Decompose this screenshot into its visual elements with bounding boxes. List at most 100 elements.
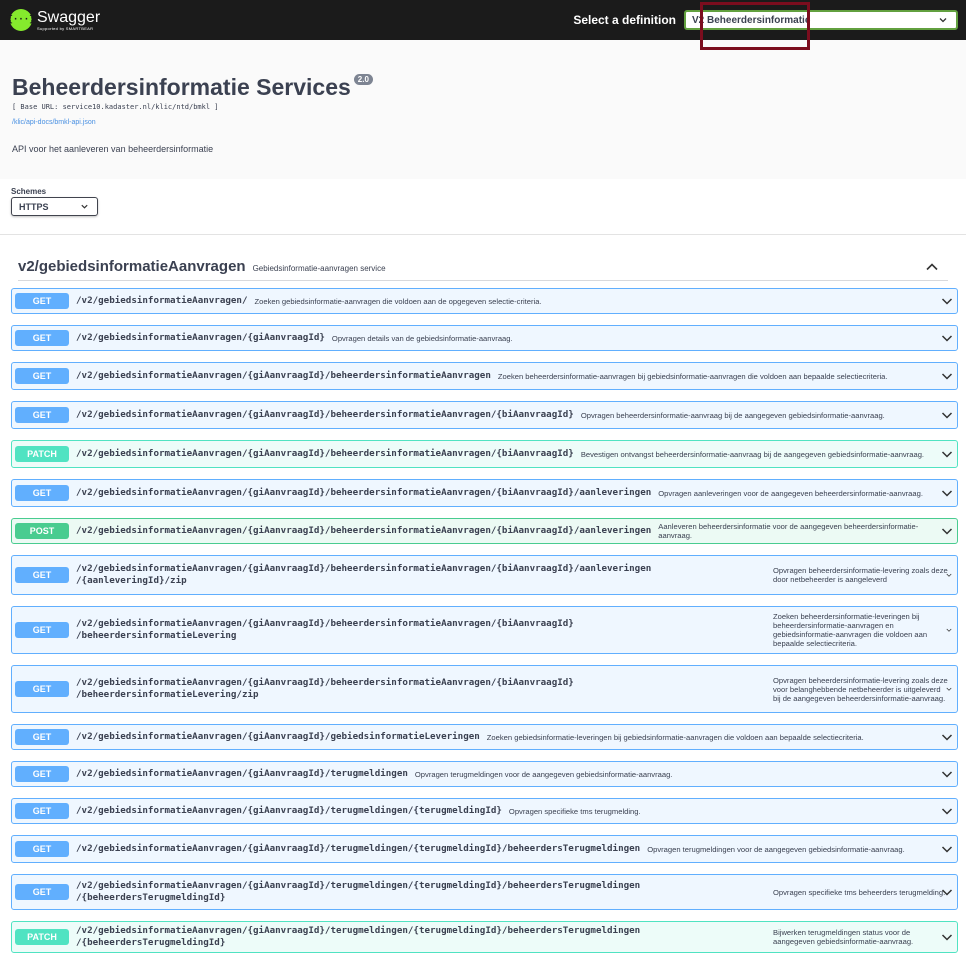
operation-get[interactable]: GET/v2/gebiedsinformatieAanvragen/{giAan… (11, 401, 958, 429)
operation-post[interactable]: POST/v2/gebiedsinformatieAanvragen/{giAa… (11, 518, 958, 544)
chevron-down-icon[interactable] (946, 627, 952, 633)
operations-list: GET/v2/gebiedsinformatieAanvragen/Zoeken… (11, 288, 958, 953)
method-badge: GET (15, 368, 69, 384)
operation-summary: Opvragen details van de gebiedsinformati… (331, 333, 513, 343)
method-badge: GET (15, 766, 69, 782)
chevron-down-icon[interactable] (941, 525, 953, 537)
chevron-up-icon[interactable] (925, 260, 939, 274)
method-badge: GET (15, 841, 69, 857)
operation-path: /v2/gebiedsinformatieAanvragen/{giAanvra… (76, 563, 652, 586)
operation-get[interactable]: GET/v2/gebiedsinformatieAanvragen/{giAan… (11, 761, 958, 787)
schemes-section: Schemes HTTPS (0, 179, 966, 235)
operation-get[interactable]: GET/v2/gebiedsinformatieAanvragen/{giAan… (11, 798, 958, 824)
operation-summary: Opvragen specifieke tms terugmelding. (508, 806, 641, 816)
schemes-select[interactable]: HTTPS (11, 197, 98, 216)
operation-get[interactable]: GET/v2/gebiedsinformatieAanvragen/{giAan… (11, 724, 958, 750)
tag-header[interactable]: v2/gebiedsinformatieAanvragen Gebiedsinf… (18, 255, 948, 281)
chevron-down-icon (939, 18, 947, 23)
method-badge: GET (15, 884, 69, 900)
operation-path: /v2/gebiedsinformatieAanvragen/{giAanvra… (76, 731, 480, 742)
chevron-down-icon[interactable] (941, 370, 953, 382)
operation-get[interactable]: GET/v2/gebiedsinformatieAanvragen/{giAan… (11, 362, 958, 390)
info-section: Beheerdersinformatie Services 2.0 [ Base… (0, 40, 966, 179)
operation-get[interactable]: GET/v2/gebiedsinformatieAanvragen/{giAan… (11, 874, 958, 910)
spec-link[interactable]: /klic/api-docs/bmkl-api.json (12, 119, 96, 126)
operation-patch[interactable]: PATCH/v2/gebiedsinformatieAanvragen/{giA… (11, 921, 958, 953)
tag-name: v2/gebiedsinformatieAanvragen (18, 258, 246, 275)
operation-summary: Opvragen terugmeldingen voor de aangegev… (647, 844, 905, 854)
schemes-value: HTTPS (19, 201, 49, 212)
chevron-down-icon[interactable] (941, 805, 953, 817)
operation-get[interactable]: GET/v2/gebiedsinformatieAanvragen/Zoeken… (11, 288, 958, 314)
operation-get[interactable]: GET/v2/gebiedsinformatieAanvragen/{giAan… (11, 479, 958, 507)
operation-summary: Bevestigen ontvangst beheerdersinformati… (580, 449, 925, 459)
schemes-label: Schemes (11, 187, 47, 196)
chevron-down-icon[interactable] (941, 409, 953, 421)
chevron-down-icon[interactable] (946, 572, 952, 578)
operation-summary: Opvragen beheerdersinformatie-levering z… (773, 566, 948, 584)
operation-get[interactable]: GET/v2/gebiedsinformatieAanvragen/{giAan… (11, 555, 958, 595)
operation-path: /v2/gebiedsinformatieAanvragen/{giAanvra… (76, 768, 408, 779)
operation-get[interactable]: GET/v2/gebiedsinformatieAanvragen/{giAan… (11, 325, 958, 351)
operation-path: /v2/gebiedsinformatieAanvragen/{giAanvra… (76, 677, 574, 700)
method-badge: GET (15, 622, 69, 638)
operation-path: /v2/gebiedsinformatieAanvragen/{giAanvra… (76, 525, 652, 536)
highlight-box (700, 2, 810, 50)
chevron-down-icon[interactable] (941, 332, 953, 344)
operation-get[interactable]: GET/v2/gebiedsinformatieAanvragen/{giAan… (11, 606, 958, 654)
chevron-down-icon[interactable] (941, 487, 953, 499)
operation-path: /v2/gebiedsinformatieAanvragen/{giAanvra… (76, 448, 574, 459)
method-badge: GET (15, 293, 69, 309)
operation-path: /v2/gebiedsinformatieAanvragen/{giAanvra… (76, 409, 574, 420)
logo-name: Swagger (37, 8, 101, 26)
operation-get[interactable]: GET/v2/gebiedsinformatieAanvragen/{giAan… (11, 835, 958, 863)
definition-label: Select a definition (573, 13, 676, 27)
operation-summary: Opvragen specifieke tms beheerders terug… (773, 887, 946, 897)
operation-summary: Zoeken gebiedsinformatie-aanvragen die v… (254, 296, 542, 306)
operation-path: /v2/gebiedsinformatieAanvragen/{giAanvra… (76, 925, 641, 948)
api-description: API voor het aanleveren van beheerdersin… (12, 144, 214, 154)
method-badge: PATCH (15, 446, 69, 462)
method-badge: GET (15, 330, 69, 346)
swagger-logo[interactable]: {···} Swagger Supported by SMARTBEAR (7, 8, 101, 32)
operation-path: /v2/gebiedsinformatieAanvragen/{giAanvra… (76, 332, 325, 343)
method-badge: GET (15, 407, 69, 423)
chevron-down-icon[interactable] (941, 768, 953, 780)
operation-summary: Zoeken beheerdersinformatie-aanvragen bi… (497, 371, 888, 381)
operation-path: /v2/gebiedsinformatieAanvragen/{giAanvra… (76, 880, 641, 903)
version-badge: 2.0 (353, 74, 373, 85)
swagger-logo-icon: {···} (7, 9, 35, 31)
method-badge: GET (15, 567, 69, 583)
logo-sub: Supported by SMARTBEAR (37, 25, 94, 31)
chevron-down-icon[interactable] (941, 931, 953, 943)
operation-summary: Aanleveren beheerdersinformatie voor de … (658, 522, 919, 540)
chevron-down-icon[interactable] (941, 448, 953, 460)
operation-path: /v2/gebiedsinformatieAanvragen/{giAanvra… (76, 805, 502, 816)
operation-path: /v2/gebiedsinformatieAanvragen/{giAanvra… (76, 843, 641, 854)
topbar: {···} Swagger Supported by SMARTBEAR Sel… (0, 0, 966, 40)
page-title: Beheerdersinformatie Services (12, 74, 351, 100)
operation-path: /v2/gebiedsinformatieAanvragen/ (76, 295, 248, 306)
operation-summary: Zoeken beheerdersinformatie-leveringen b… (773, 612, 928, 648)
operation-summary: Opvragen aanleveringen voor de aangegeve… (658, 488, 923, 498)
tag-description: Gebiedsinformatie-aanvragen service (252, 263, 386, 273)
method-badge: GET (15, 681, 69, 697)
operation-get[interactable]: GET/v2/gebiedsinformatieAanvragen/{giAan… (11, 665, 958, 713)
method-badge: POST (15, 523, 69, 539)
base-url: [ Base URL: service10.kadaster.nl/klic/n… (12, 103, 219, 111)
operation-patch[interactable]: PATCH/v2/gebiedsinformatieAanvragen/{giA… (11, 440, 958, 468)
method-badge: GET (15, 485, 69, 501)
chevron-down-icon[interactable] (941, 843, 953, 855)
method-badge: PATCH (15, 929, 69, 945)
operation-summary: Bijwerken terugmeldingen status voor de … (773, 928, 914, 946)
operation-summary: Zoeken gebiedsinformatie-leveringen bij … (486, 732, 864, 742)
chevron-down-icon[interactable] (941, 886, 953, 898)
method-badge: GET (15, 729, 69, 745)
operation-path: /v2/gebiedsinformatieAanvragen/{giAanvra… (76, 487, 652, 498)
operation-path: /v2/gebiedsinformatieAanvragen/{giAanvra… (76, 370, 491, 381)
chevron-down-icon[interactable] (941, 295, 953, 307)
operation-summary: Opvragen beheerdersinformatie-levering z… (773, 675, 948, 703)
chevron-down-icon[interactable] (941, 731, 953, 743)
chevron-down-icon[interactable] (946, 686, 952, 692)
operation-path: /v2/gebiedsinformatieAanvragen/{giAanvra… (76, 618, 574, 641)
